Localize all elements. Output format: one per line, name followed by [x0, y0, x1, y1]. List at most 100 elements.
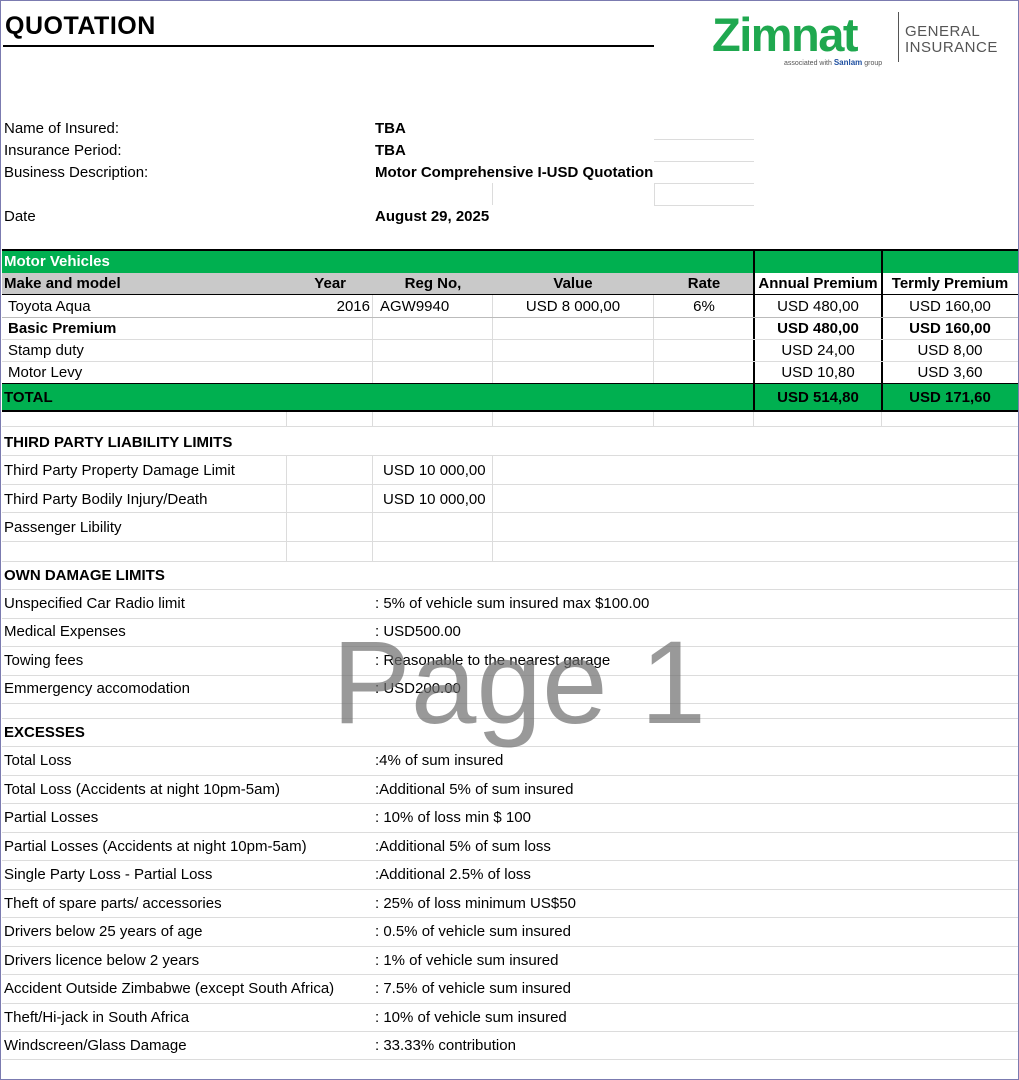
- tp-value-bodily: USD 10 000,00: [383, 491, 486, 508]
- detail-value-period: TBA: [375, 142, 406, 159]
- ex-label-9: Theft/Hi-jack in South Africa: [4, 1009, 190, 1026]
- total-termly: USD 171,60: [909, 389, 991, 406]
- grid-row-line: [2, 746, 1018, 747]
- vehicle-year: 2016: [336, 298, 370, 315]
- ex-label-0: Total Loss: [4, 752, 72, 769]
- col-make: Make and model: [4, 275, 121, 292]
- grid-row-line: [2, 561, 1018, 562]
- logo-line1: GENERAL: [905, 23, 981, 40]
- col-year: Year: [314, 275, 346, 292]
- vehicle-rate: 6%: [693, 298, 715, 315]
- ex-value-6: : 0.5% of vehicle sum insured: [375, 923, 571, 940]
- grid-row-line: [2, 889, 1018, 890]
- grid-row-line: [2, 646, 1018, 647]
- ex-value-2: : 10% of loss min $ 100: [375, 809, 531, 826]
- stamp-duty-termly: USD 8,00: [917, 342, 983, 359]
- vehicle-value: USD 8 000,00: [525, 298, 621, 315]
- grid-row-line: [2, 703, 1018, 704]
- grid-col-line: [653, 412, 654, 426]
- third-party-heading: THIRD PARTY LIABILITY LIMITS: [4, 434, 233, 451]
- od-value-towing: : Reasonable to the nearest garage: [375, 652, 611, 669]
- grid-row-line: [2, 618, 1018, 619]
- motor-levy-termly: USD 3,60: [917, 364, 983, 381]
- grid-row-line: [2, 455, 1018, 456]
- detail-label-business: Business Description:: [4, 164, 149, 181]
- vehicle-annual: USD 480,00: [777, 298, 859, 315]
- stamp-duty-label: Stamp duty: [8, 342, 84, 359]
- page-frame: [0, 0, 1019, 1080]
- ex-label-3: Partial Losses (Accidents at night 10pm-…: [4, 838, 307, 855]
- grid-row-line: [2, 860, 1018, 861]
- page-title: QUOTATION: [5, 12, 156, 40]
- grid-col-line: [753, 412, 754, 426]
- tp-label-property: Third Party Property Damage Limit: [4, 462, 235, 479]
- tp-label-bodily: Third Party Bodily Injury/Death: [4, 491, 208, 508]
- col-reg: Reg No,: [404, 275, 462, 292]
- grid-row-line: [2, 946, 1018, 947]
- od-label-medical: Medical Expenses: [4, 623, 126, 640]
- ex-value-9: : 10% of vehicle sum insured: [375, 1009, 567, 1026]
- basic-premium-annual: USD 480,00: [777, 320, 859, 337]
- tp-value-property: USD 10 000,00: [383, 462, 486, 479]
- ex-label-2: Partial Losses: [4, 809, 99, 826]
- ex-label-5: Theft of spare parts/ accessories: [4, 895, 222, 912]
- grid-row-line: [2, 426, 1018, 427]
- ex-label-1: Total Loss (Accidents at night 10pm-5am): [4, 781, 280, 798]
- logo-tagline: GENERAL INSURANCE: [905, 24, 998, 56]
- od-label-radio: Unspecified Car Radio limit: [4, 595, 185, 612]
- logo-line2: INSURANCE: [905, 39, 998, 56]
- company-logo: Zimnat GENERAL INSURANCE associated with…: [712, 10, 1012, 74]
- grid-col-line: [492, 455, 493, 561]
- ex-value-10: : 33.33% contribution: [375, 1037, 516, 1054]
- basic-premium-label: Basic Premium: [8, 320, 117, 337]
- od-label-towing: Towing fees: [4, 652, 84, 669]
- logo-assoc: associated with: [784, 60, 832, 67]
- ex-value-1: :Additional 5% of sum insured: [375, 781, 574, 798]
- ex-value-8: : 7.5% of vehicle sum insured: [375, 980, 571, 997]
- total-label: TOTAL: [4, 389, 53, 406]
- grid-col-line: [372, 412, 373, 426]
- grid-col-line: [286, 412, 287, 426]
- excesses-heading: EXCESSES: [4, 724, 85, 741]
- ex-value-7: : 1% of vehicle sum insured: [375, 952, 559, 969]
- ex-value-4: :Additional 2.5% of loss: [375, 866, 531, 883]
- own-damage-heading: OWN DAMAGE LIMITS: [4, 567, 165, 584]
- detail-value-business: Motor Comprehensive I-USD Quotation: [375, 164, 654, 181]
- grid-row-line: [2, 917, 1018, 918]
- vehicle-termly: USD 160,00: [909, 298, 991, 315]
- grid-row-line: [2, 832, 1018, 833]
- vehicle-reg: AGW9940: [380, 298, 450, 315]
- logo-partner-suffix: group: [864, 60, 883, 67]
- logo-association: associated with Sanlam group: [784, 58, 882, 67]
- ex-value-3: :Additional 5% of sum loss: [375, 838, 551, 855]
- grid-col-line: [492, 412, 493, 426]
- ex-label-4: Single Party Loss - Partial Loss: [4, 866, 213, 883]
- ex-value-5: : 25% of loss minimum US$50: [375, 895, 576, 912]
- od-value-medical: : USD500.00: [375, 623, 461, 640]
- tp-label-passenger: Passenger Libility: [4, 519, 122, 536]
- ex-label-8: Accident Outside Zimbabwe (except South …: [4, 980, 335, 997]
- ex-label-10: Windscreen/Glass Damage: [4, 1037, 187, 1054]
- logo-brand: Zimnat: [712, 8, 859, 61]
- detail-label-date: Date: [4, 208, 36, 225]
- stamp-duty-annual: USD 24,00: [781, 342, 855, 359]
- col-rate: Rate: [687, 275, 721, 292]
- col-annual: Annual Premium: [758, 275, 878, 292]
- logo-divider: [898, 12, 899, 62]
- ex-value-0: :4% of sum insured: [375, 752, 504, 769]
- grid-col-line: [286, 455, 287, 561]
- grid-row-line: [2, 1031, 1018, 1032]
- ex-label-6: Drivers below 25 years of age: [4, 923, 203, 940]
- grid-row-line: [2, 484, 1018, 485]
- basic-premium-termly: USD 160,00: [909, 320, 991, 337]
- vehicles-section-bar: [2, 250, 1018, 273]
- grid-col-line: [372, 455, 373, 561]
- od-value-radio: : 5% of vehicle sum insured max $100.00: [375, 595, 650, 612]
- vehicles-section-title: Motor Vehicles: [4, 253, 110, 270]
- grid-row-line: [2, 589, 1018, 590]
- detail-value-date: August 29, 2025: [375, 208, 490, 225]
- grid-row-line: [2, 803, 1018, 804]
- ex-label-7: Drivers licence below 2 years: [4, 952, 200, 969]
- detail-label-insured: Name of Insured:: [4, 120, 120, 137]
- od-label-accomodation: Emmergency accomodation: [4, 680, 190, 697]
